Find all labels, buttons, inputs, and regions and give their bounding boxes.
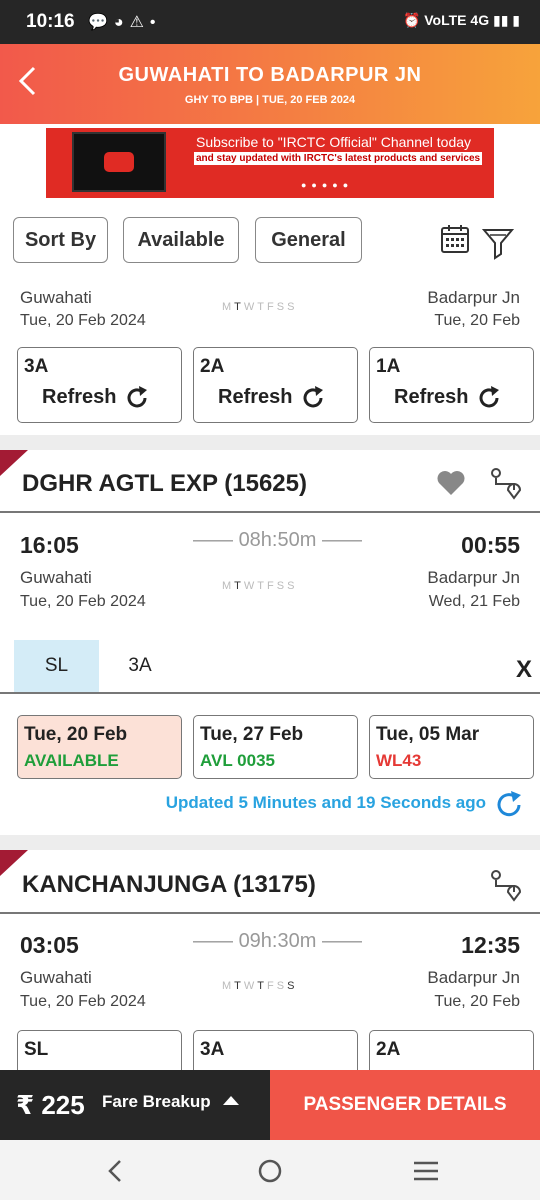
network-type: 4G	[470, 12, 490, 28]
departure-time: 16:05	[20, 532, 79, 558]
running-days: MTWTFSS	[222, 980, 298, 992]
avail-date: Tue, 27 Feb	[200, 724, 304, 745]
class-name: 3A	[200, 1039, 225, 1060]
general-quota-button[interactable]: General	[255, 217, 362, 263]
train-name[interactable]: KANCHANJUNGA (13175)	[22, 871, 316, 899]
status-bar: 10:16 💬◕⚠• ⏰ VoLTE 4G ▮▮ ▮	[0, 0, 540, 44]
to-station: Badarpur Jn	[427, 288, 520, 307]
avail-status: AVAILABLE	[24, 751, 119, 770]
refresh-icon[interactable]	[476, 385, 502, 411]
train-card: DGHR AGTL EXP (15625) 16:05 —— 08h:50m —…	[0, 450, 540, 835]
class-name: 2A	[376, 1039, 401, 1060]
to-date: Tue, 20 Feb	[434, 993, 520, 1010]
to-date: Tue, 20 Feb	[434, 312, 520, 329]
ad-subline: and stay updated with IRCTC's latest pro…	[194, 152, 483, 165]
fare-breakup-label: Fare Breakup	[102, 1092, 211, 1111]
fare-amount: ₹ 225	[16, 1090, 85, 1120]
to-station: Badarpur Jn	[427, 968, 520, 987]
favorite-heart-icon[interactable]	[436, 470, 466, 496]
from-station: Guwahati	[20, 968, 92, 987]
arrival-time: 00:55	[461, 532, 520, 558]
class-box-2a[interactable]: 2A Refresh	[193, 347, 358, 423]
divider	[0, 692, 540, 694]
system-nav-bar	[0, 1140, 540, 1200]
train-card-partial: Guwahati Tue, 20 Feb 2024 MTWTFSS Badarp…	[0, 280, 540, 435]
ad-headline: Subscribe to "IRCTC Official" Channel to…	[196, 134, 472, 150]
tab-sl[interactable]: SL	[14, 640, 99, 692]
status-time: 10:16	[26, 11, 75, 32]
duration-value: 08h:50m	[238, 529, 317, 551]
refresh-icon[interactable]	[494, 790, 524, 820]
ad-container: Subscribe to "IRCTC Official" Channel to…	[0, 124, 540, 206]
passenger-details-button[interactable]: PASSENGER DETAILS	[270, 1070, 540, 1140]
avail-status: WL43	[376, 751, 422, 770]
filter-bar: Sort By Available General	[0, 206, 540, 280]
route-map-icon[interactable]	[488, 466, 522, 500]
system-icons: ⏰ VoLTE 4G ▮▮ ▮	[402, 12, 520, 28]
last-updated: Updated 5 Minutes and 19 Seconds ago	[165, 793, 486, 812]
availability-box[interactable]: Tue, 05 Mar WL43	[369, 715, 534, 779]
to-station: Badarpur Jn	[427, 568, 520, 587]
youtube-icon	[104, 152, 134, 172]
notification-icons: 💬◕⚠•	[88, 14, 162, 31]
from-date: Tue, 20 Feb 2024	[20, 593, 146, 610]
refresh-label: Refresh	[218, 386, 293, 408]
chevron-up-icon	[223, 1096, 239, 1105]
class-name: 1A	[376, 356, 401, 377]
from-station: Guwahati	[20, 568, 92, 587]
avail-date: Tue, 05 Mar	[376, 724, 480, 745]
ad-banner[interactable]: Subscribe to "IRCTC Official" Channel to…	[46, 128, 494, 198]
from-date: Tue, 20 Feb 2024	[20, 993, 146, 1010]
available-filter-button[interactable]: Available	[123, 217, 239, 263]
from-station: Guwahati	[20, 288, 92, 307]
availability-box-selected[interactable]: Tue, 20 Feb AVAILABLE	[17, 715, 182, 779]
bottom-bar: ₹ 225 Fare Breakup PASSENGER DETAILS	[0, 1070, 540, 1140]
social-icons: ●●●●●	[301, 180, 354, 190]
avail-date: Tue, 20 Feb	[24, 724, 128, 745]
nav-home-icon[interactable]	[257, 1158, 283, 1184]
fare-summary[interactable]: ₹ 225 Fare Breakup	[0, 1070, 270, 1140]
nav-recents-icon[interactable]	[412, 1160, 440, 1182]
refresh-icon[interactable]	[300, 385, 326, 411]
close-icon[interactable]: X	[516, 656, 532, 684]
class-name: 3A	[24, 356, 49, 377]
duration-value: 09h:30m	[238, 930, 317, 952]
class-tabs: SL 3A X	[0, 640, 540, 694]
refresh-icon[interactable]	[124, 385, 150, 411]
refresh-label: Refresh	[42, 386, 117, 408]
availability-box[interactable]: Tue, 27 Feb AVL 0035	[193, 715, 358, 779]
class-list: 3A Refresh 2A Refresh 1A Refresh	[0, 347, 540, 427]
header: GUWAHATI TO BADARPUR JN GHY TO BPB | TUE…	[0, 44, 540, 124]
from-date: Tue, 20 Feb 2024	[20, 312, 146, 329]
departure-time: 03:05	[20, 932, 79, 958]
train-name[interactable]: DGHR AGTL EXP (15625)	[22, 470, 307, 498]
class-box-1a[interactable]: 1A Refresh	[369, 347, 534, 423]
class-name: SL	[24, 1039, 49, 1060]
class-box-3a[interactable]: 3A Refresh	[17, 347, 182, 423]
calendar-icon[interactable]	[440, 224, 470, 254]
arrival-time: 12:35	[461, 932, 520, 958]
train-card: KANCHANJUNGA (13175) 03:05 —— 09h:30m ——…	[0, 850, 540, 1106]
tab-3a[interactable]: 3A	[100, 640, 180, 692]
to-date: Wed, 21 Feb	[428, 593, 520, 610]
refresh-label: Refresh	[394, 386, 469, 408]
running-days: MTWTFSS	[222, 301, 298, 313]
class-name: 2A	[200, 356, 225, 377]
divider	[0, 912, 540, 914]
nav-back-icon[interactable]	[106, 1158, 124, 1184]
duration: —— 09h:30m ——	[193, 930, 362, 952]
running-days: MTWTFSS	[222, 580, 298, 592]
filter-funnel-icon[interactable]	[482, 226, 514, 260]
route-map-icon[interactable]	[488, 868, 522, 902]
page-title: GUWAHATI TO BADARPUR JN	[118, 64, 422, 86]
page-subtitle: GHY TO BPB | TUE, 20 FEB 2024	[184, 94, 356, 106]
divider	[0, 511, 540, 513]
tv-icon	[72, 132, 166, 192]
sort-by-button[interactable]: Sort By	[13, 217, 108, 263]
duration: —— 08h:50m ——	[193, 529, 362, 551]
avail-status: AVL 0035	[200, 751, 275, 770]
